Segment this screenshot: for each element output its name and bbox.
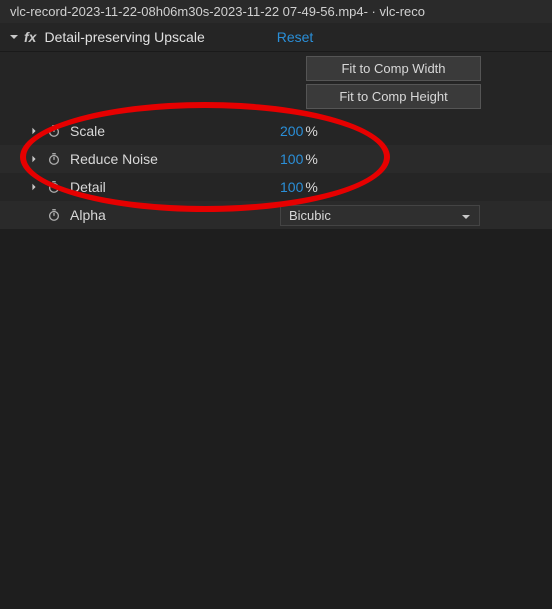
- stopwatch-icon[interactable]: [46, 179, 62, 195]
- effect-controls-panel: fx Detail-preserving Upscale Reset Fit t…: [0, 23, 552, 609]
- detail-value[interactable]: 100: [280, 179, 303, 195]
- scale-unit: %: [305, 123, 317, 139]
- effect-header: fx Detail-preserving Upscale Reset: [0, 23, 552, 52]
- window-title: vlc-record-2023-11-22-08h06m30s-2023-11-…: [10, 4, 425, 19]
- stopwatch-icon[interactable]: [46, 207, 62, 223]
- property-label: Reduce Noise: [70, 151, 280, 167]
- scale-value[interactable]: 200: [280, 123, 303, 139]
- property-label: Alpha: [70, 207, 280, 223]
- twirl-right-icon[interactable]: [28, 181, 40, 193]
- effect-name: Detail-preserving Upscale: [44, 29, 204, 45]
- fit-to-comp-width-button[interactable]: Fit to Comp Width: [306, 56, 481, 81]
- alpha-selected-value: Bicubic: [289, 208, 331, 223]
- twirl-right-icon[interactable]: [28, 153, 40, 165]
- window-title-bar: vlc-record-2023-11-22-08h06m30s-2023-11-…: [0, 0, 552, 23]
- detail-unit: %: [305, 179, 317, 195]
- property-label: Detail: [70, 179, 280, 195]
- reduce-noise-unit: %: [305, 151, 317, 167]
- property-row-detail: Detail 100 %: [0, 173, 552, 201]
- reduce-noise-value[interactable]: 100: [280, 151, 303, 167]
- property-label: Scale: [70, 123, 280, 139]
- twirl-down-icon[interactable]: [8, 31, 20, 43]
- stopwatch-icon[interactable]: [46, 151, 62, 167]
- chevron-down-icon: [461, 210, 471, 220]
- alpha-dropdown[interactable]: Bicubic: [280, 205, 480, 226]
- property-row-scale: Scale 200 %: [0, 117, 552, 145]
- twirl-right-icon[interactable]: [28, 125, 40, 137]
- reset-link[interactable]: Reset: [277, 29, 314, 45]
- fit-buttons-group: Fit to Comp Width Fit to Comp Height: [0, 52, 552, 117]
- stopwatch-icon[interactable]: [46, 123, 62, 139]
- fx-badge-icon[interactable]: fx: [24, 29, 36, 45]
- property-row-reduce-noise: Reduce Noise 100 %: [0, 145, 552, 173]
- property-row-alpha: Alpha Bicubic: [0, 201, 552, 229]
- empty-panel-area: [0, 229, 552, 609]
- fit-to-comp-height-button[interactable]: Fit to Comp Height: [306, 84, 481, 109]
